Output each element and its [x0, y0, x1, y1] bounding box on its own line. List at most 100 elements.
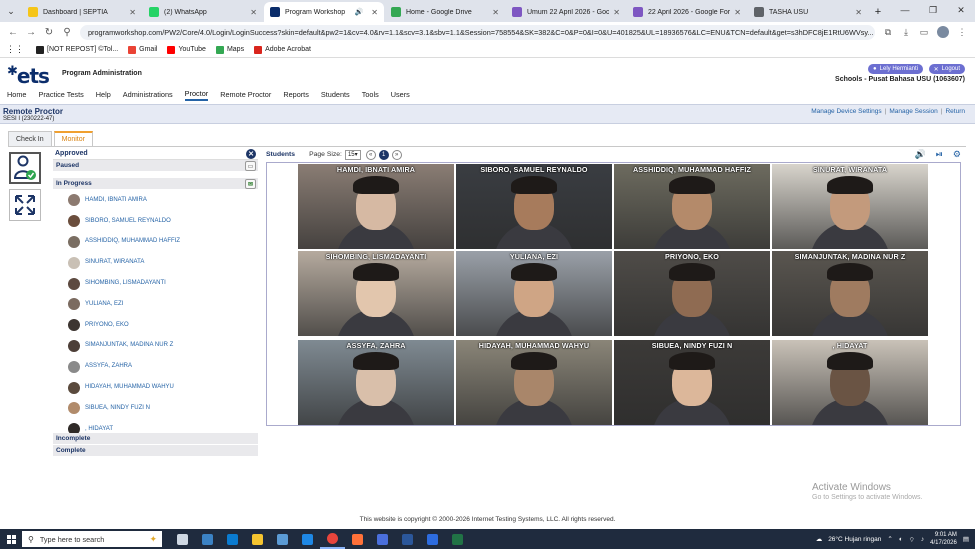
speaker-icon[interactable]: 🔊 [915, 149, 926, 160]
page-link[interactable]: Manage Session [889, 108, 937, 115]
paused-action-icon[interactable]: ▭ [245, 161, 256, 171]
settings-gear-icon[interactable]: ⚙ [953, 149, 961, 160]
taskbar-app-button[interactable] [245, 529, 270, 549]
roster-student-item[interactable]: HAMDI, IBNATI AMIRA [53, 190, 258, 211]
nav-item[interactable]: Tools [362, 90, 379, 100]
reload-icon[interactable]: ↻ [40, 27, 58, 38]
tab-close-icon[interactable]: ✕ [613, 8, 620, 17]
roster-student-item[interactable]: SIBORO, SAMUEL REYNALDO [53, 211, 258, 232]
taskbar-app-button[interactable] [370, 529, 395, 549]
user-button[interactable]: ● Lely Hermianti [868, 64, 923, 74]
browser-tab[interactable]: Home - Google Drive ✕ [385, 2, 505, 22]
taskbar-app-button[interactable] [345, 529, 370, 549]
browser-tab[interactable]: TASHA USU ✕ [748, 2, 868, 22]
student-video-tile[interactable]: YULIANA, EZI [456, 251, 612, 336]
nav-item[interactable]: Help [96, 90, 111, 100]
section-in-progress[interactable]: In Progress ✉ [53, 178, 258, 190]
first-page-icon[interactable]: « [365, 149, 376, 160]
url-input[interactable]: programworkshop.com/PW2/Core/4.0/Login/L… [80, 24, 875, 40]
taskbar-app-button[interactable] [170, 529, 195, 549]
roster-student-item[interactable]: HIDAYAH, MUHAMMAD WAHYU [53, 377, 258, 398]
tab-audio-icon[interactable]: 🔊 [355, 8, 364, 16]
browser-tab[interactable]: Umum 22 April 2026 - Google✕ [506, 2, 626, 22]
bookmark-item[interactable]: Maps [215, 45, 244, 54]
browser-tab[interactable]: Dashboard | SEPTIA ✕ [22, 2, 142, 22]
student-video-tile[interactable]: ASSHIDDIQ, MUHAMMAD HAFFIZ [614, 164, 770, 249]
page-link[interactable]: Manage Device Settings [811, 108, 881, 115]
split-view-icon[interactable]: ▭ [915, 27, 933, 38]
page-link[interactable]: Return [945, 108, 965, 115]
nav-item[interactable]: Users [391, 90, 410, 100]
taskbar-app-button[interactable] [270, 529, 295, 549]
fullscreen-button[interactable] [9, 189, 41, 221]
maximize-icon[interactable]: ❐ [919, 0, 947, 20]
tab-close-icon[interactable]: ✕ [129, 8, 136, 17]
nav-item[interactable]: Proctor [184, 89, 209, 101]
clock[interactable]: 9:01 AM 4/17/2026 [930, 531, 957, 547]
logout-button[interactable]: ✕ Logout [928, 64, 965, 74]
section-incomplete[interactable]: Incomplete [53, 433, 258, 445]
profile-avatar[interactable] [937, 26, 949, 38]
tab-close-icon[interactable]: ✕ [734, 8, 741, 17]
nav-item[interactable]: Reports [283, 90, 309, 100]
forward-icon[interactable]: → [22, 27, 40, 38]
roster-student-item[interactable]: SIHOMBING, LISMADAYANTI [53, 273, 258, 294]
roster-student-item[interactable]: SINURAT, WIRANATA [53, 252, 258, 273]
nav-item[interactable]: Students [321, 90, 350, 100]
roster-student-item[interactable]: SIBUEA, NINDY FUZI N [53, 398, 258, 419]
tab-close-icon[interactable]: ✕ [371, 8, 378, 17]
section-complete[interactable]: Complete [53, 445, 258, 457]
extensions-icon[interactable]: ⧉ [879, 27, 897, 38]
bookmark-star-icon[interactable]: ☆ [874, 27, 875, 38]
taskbar-app-button[interactable] [420, 529, 445, 549]
bookmark-item[interactable]: Adobe Acrobat [254, 45, 311, 54]
browser-menu-icon[interactable]: ⋮ [953, 27, 971, 38]
minimize-icon[interactable]: — [891, 0, 919, 20]
apps-grid-icon[interactable]: ⋮⋮ [6, 44, 24, 55]
tab-check-in[interactable]: Check In [8, 131, 52, 146]
page-size-select[interactable]: 15 ▾ [344, 149, 361, 160]
student-video-tile[interactable]: HIDAYAH, MUHAMMAD WAHYU [456, 340, 612, 425]
weather-text[interactable]: 26°C Hujan ringan [828, 536, 881, 543]
notification-icon[interactable]: ◐ [899, 536, 903, 543]
taskbar-app-button[interactable] [195, 529, 220, 549]
start-button[interactable] [0, 529, 22, 549]
close-window-icon[interactable]: ✕ [947, 0, 975, 20]
message-icon[interactable]: ✉ [245, 179, 256, 189]
student-video-tile[interactable]: ASSYFA, ZAHRA [298, 340, 454, 425]
tab-search-icon[interactable]: ⌄ [0, 0, 22, 22]
nav-item[interactable]: Remote Proctor [220, 90, 271, 100]
page-current[interactable]: 1 [378, 149, 389, 160]
roster-student-item[interactable]: SIMANJUNTAK, MADINA NUR Z [53, 336, 258, 357]
nav-item[interactable]: Home [7, 90, 26, 100]
network-icon[interactable]: ⌔ [909, 535, 915, 544]
back-icon[interactable]: ← [4, 27, 22, 38]
roster-student-item[interactable]: YULIANA, EZI [53, 294, 258, 315]
taskbar-app-button[interactable] [220, 529, 245, 549]
notifications-center-icon[interactable]: ▤ [963, 535, 969, 543]
last-page-icon[interactable]: » [391, 149, 402, 160]
student-view-button[interactable] [9, 152, 41, 184]
bookmark-item[interactable]: Gmail [128, 45, 157, 54]
tab-close-icon[interactable]: ✕ [250, 8, 257, 17]
nav-item[interactable]: Practice Tests [38, 90, 83, 100]
play-pause-icon[interactable]: ⏯ [936, 149, 943, 160]
taskbar-app-button[interactable] [295, 529, 320, 549]
roster-student-item[interactable]: ASSHIDDIQ, MUHAMMAD HAFFIZ [53, 232, 258, 253]
student-video-tile[interactable]: PRIYONO, EKO [614, 251, 770, 336]
browser-tab[interactable]: 22 April 2026 - Google Forms ✕ [627, 2, 747, 22]
section-paused[interactable]: Paused ▭ [53, 160, 258, 172]
new-tab-button[interactable]: + [869, 2, 887, 22]
student-video-tile[interactable]: SIBORO, SAMUEL REYNALDO [456, 164, 612, 249]
tab-close-icon[interactable]: ✕ [492, 8, 499, 17]
taskbar-search-input[interactable]: ⚲ Type here to search ✦ [22, 531, 162, 547]
tray-chevron-icon[interactable]: ⌃ [887, 535, 892, 543]
roster-close-icon[interactable]: ✕ [246, 149, 256, 159]
browser-tab[interactable]: (2) WhatsApp ✕ [143, 2, 263, 22]
taskbar-app-button[interactable] [395, 529, 420, 549]
student-video-tile[interactable]: SIHOMBING, LISMADAYANTI [298, 251, 454, 336]
volume-icon[interactable]: ♪ [921, 536, 924, 543]
nav-item[interactable]: Administrations [123, 90, 173, 100]
roster-student-item[interactable]: PRIYONO, EKO [53, 315, 258, 336]
student-video-tile[interactable]: SINURAT, WIRANATA [772, 164, 928, 249]
